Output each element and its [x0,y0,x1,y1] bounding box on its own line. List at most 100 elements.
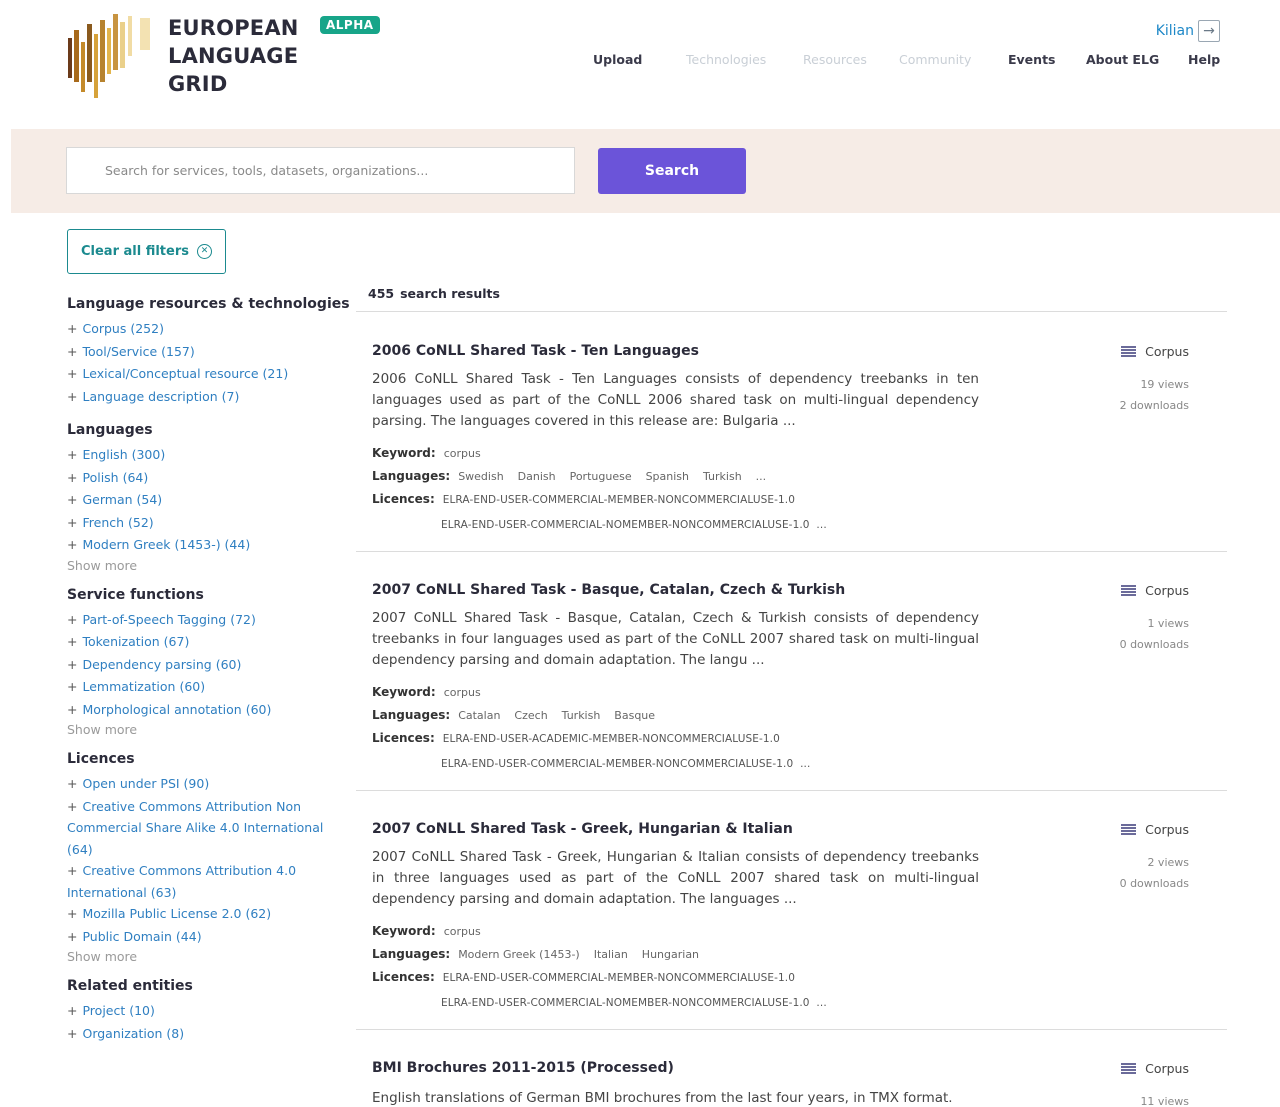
user-name[interactable]: Kilian [1156,23,1194,39]
facet-item[interactable]: + Creative Commons Attribution 4.0 Intern… [67,860,352,903]
result-licence-2: ELRA-END-USER-COMMERCIAL-NOMEMBER-NONCOM… [441,997,827,1009]
plus-icon: + [67,388,78,404]
facet-item[interactable]: + Creative Commons Attribution Non Commer… [67,796,352,861]
facet-item[interactable]: + Language description (7) [67,386,352,409]
facet-languages: Languages + English (300) + Polish (64) + G… [67,422,352,573]
facet-item[interactable]: + Organization (8) [67,1023,352,1046]
facet-item[interactable]: + Modern Greek (1453-) (44) [67,534,352,557]
clear-filters-button[interactable]: Clear all filters ✕ [67,229,226,274]
facet-item[interactable]: + Morphological annotation (60) [67,699,352,722]
facet-item[interactable]: + Tool/Service (157) [67,341,352,364]
plus-icon: + [67,366,78,381]
facet-title: Related entities [67,978,193,994]
logout-icon[interactable]: → [1198,20,1220,42]
result-card: 2007 CoNLL Shared Task - Basque, Catalan… [356,551,1227,791]
plus-icon: + [67,492,78,507]
result-licence-2: ELRA-END-USER-COMMERCIAL-MEMBER-NONCOMME… [441,758,811,770]
result-title[interactable]: 2007 CoNLL Shared Task - Greek, Hungaria… [372,821,793,837]
facet-item[interactable]: + English (300) [67,444,352,467]
list-icon [1121,345,1137,358]
result-languages: Languages: Swedish Danish Portuguese Span… [372,469,767,483]
search-input[interactable] [66,147,575,194]
nav-upload[interactable]: Upload [593,52,642,67]
result-description: English translations of German BMI broch… [372,1090,953,1106]
facet-item[interactable]: + Corpus (252) [67,318,352,341]
result-views: 11 views [1140,1095,1189,1107]
filter-sidebar: Language resources & technologies + Corpu… [67,296,352,1059]
close-circle-icon: ✕ [197,244,212,259]
result-keyword: Keyword: corpus [372,685,481,699]
facet-related-entities: Related entities + Project (10) + Organiza… [67,978,352,1045]
main-nav: Upload Technologies Resources Community … [0,52,1280,72]
list-icon [1121,1062,1137,1075]
plus-icon: + [67,679,78,694]
result-description: 2007 CoNLL Shared Task - Greek, Hungaria… [372,849,979,907]
plus-icon: + [67,343,78,359]
search-band: Search [11,129,1280,213]
facet-title: Languages [67,422,153,438]
result-title[interactable]: 2006 CoNLL Shared Task - Ten Languages [372,343,699,359]
plus-icon: + [67,514,78,530]
results-label: search results [400,286,500,301]
nav-events[interactable]: Events [1008,52,1055,67]
facet-item[interactable]: + Mozilla Public License 2.0 (62) [67,903,352,926]
result-card: 2007 CoNLL Shared Task - Greek, Hungaria… [356,790,1227,1030]
result-licence-2: ELRA-END-USER-COMMERCIAL-NOMEMBER-NONCOM… [441,519,827,531]
show-more-link[interactable]: Show more [67,949,352,964]
result-type: Corpus [1121,822,1189,837]
plus-icon: + [67,469,78,485]
result-downloads: 0 downloads [1119,877,1189,890]
result-downloads: 0 downloads [1119,638,1189,651]
nav-community: Community [899,52,972,67]
plus-icon: + [67,321,78,336]
facet-title: Language resources & technologies [67,296,350,312]
show-more-link[interactable]: Show more [67,558,352,573]
facet-item[interactable]: + Public Domain (44) [67,926,352,949]
facet-item[interactable]: + Lemmatization (60) [67,676,352,699]
nav-technologies: Technologies [686,52,767,67]
result-views: 2 views [1147,856,1189,869]
facet-item[interactable]: + Dependency parsing (60) [67,654,352,677]
plus-icon: + [67,776,78,791]
facet-item[interactable]: + Project (10) [67,1000,352,1023]
plus-icon: + [67,798,78,814]
facet-item[interactable]: + Part-of-Speech Tagging (72) [67,609,352,632]
plus-icon: + [67,906,78,921]
user-menu[interactable]: Kilian → [1156,20,1220,42]
facet-item[interactable]: + Tokenization (67) [67,631,352,654]
facet-item[interactable]: + Open under PSI (90) [67,773,352,796]
result-licences: Licences: ELRA-END-USER-ACADEMIC-MEMBER-N… [372,731,780,745]
nav-about[interactable]: About ELG [1086,52,1159,67]
plus-icon: + [67,1025,78,1041]
facet-item[interactable]: + German (54) [67,489,352,512]
facet-lrt: Language resources & technologies + Corpu… [67,296,352,408]
result-type: Corpus [1121,1061,1189,1076]
result-title[interactable]: 2007 CoNLL Shared Task - Basque, Catalan… [372,582,845,598]
facet-item[interactable]: + French (52) [67,512,352,535]
facet-title: Service functions [67,586,204,603]
result-views: 1 views [1147,617,1189,630]
results-count: 455 search results [368,286,506,301]
facet-item[interactable]: + Lexical/Conceptual resource (21) [67,363,352,386]
result-licences: Licences: ELRA-END-USER-COMMERCIAL-MEMBER… [372,492,795,506]
result-card: BMI Brochures 2011-2015 (Processed) Engl… [356,1029,1227,1107]
facet-title: Licences [67,751,135,767]
nav-help[interactable]: Help [1188,52,1220,67]
result-licences: Licences: ELRA-END-USER-COMMERCIAL-MEMBER… [372,970,795,984]
result-description: 2007 CoNLL Shared Task - Basque, Catalan… [372,610,979,668]
show-more-link[interactable]: Show more [67,722,352,737]
facet-item[interactable]: + Polish (64) [67,467,352,490]
facet-licences: Licences + Open under PSI (90) + Creative … [67,751,352,964]
search-button[interactable]: Search [598,148,746,194]
result-type: Corpus [1121,583,1189,598]
result-description: 2006 CoNLL Shared Task - Ten Languages c… [372,371,979,429]
alpha-badge: ALPHA [320,16,380,34]
results-number: 455 [368,286,395,301]
plus-icon: + [67,701,78,717]
plus-icon: + [67,537,78,552]
result-keyword: Keyword: corpus [372,924,481,938]
result-type: Corpus [1121,344,1189,359]
plus-icon: + [67,1003,78,1018]
result-title[interactable]: BMI Brochures 2011-2015 (Processed) [372,1060,674,1076]
plus-icon: + [67,611,78,627]
